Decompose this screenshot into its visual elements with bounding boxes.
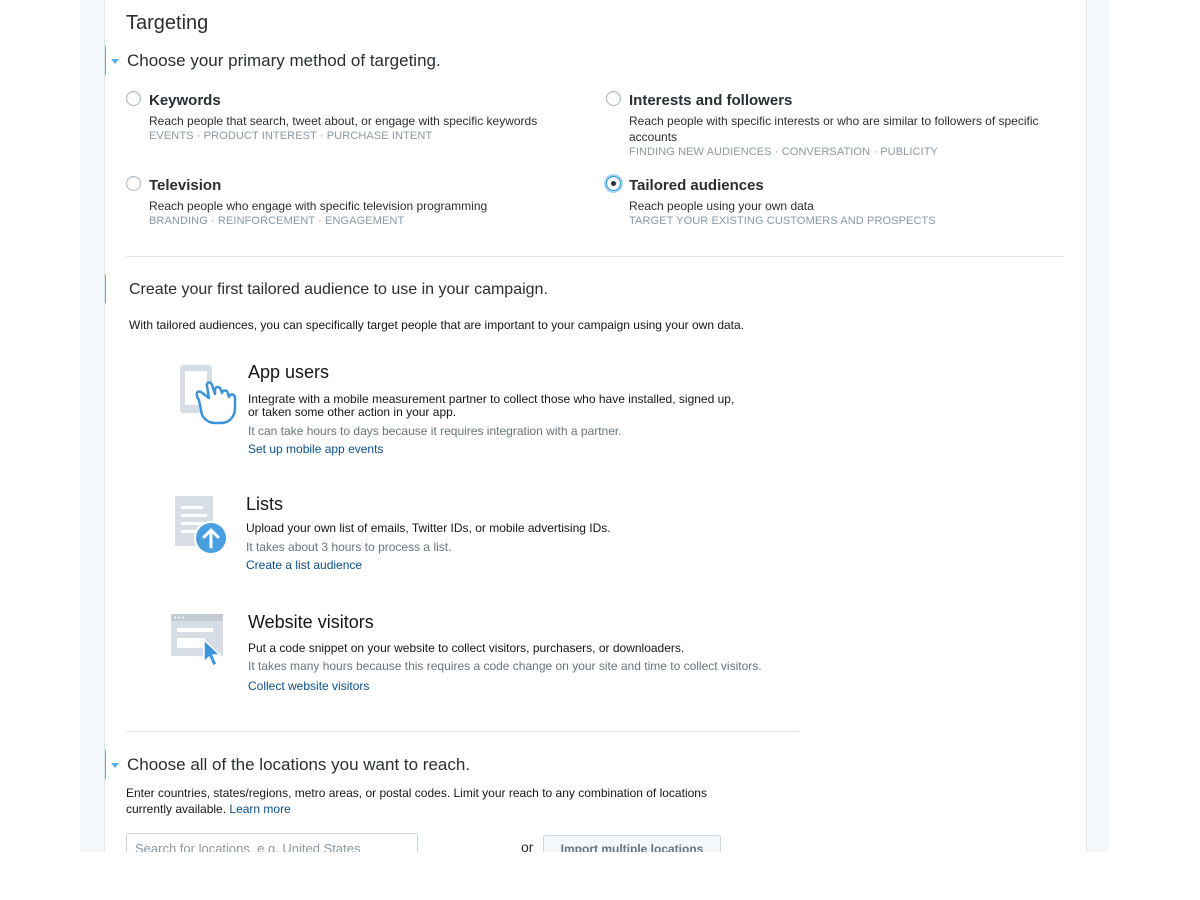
tailored-audiences-radio[interactable] [606,176,621,191]
location-search-input[interactable] [126,833,418,852]
keywords-radio[interactable] [126,91,141,106]
tailored-audiences-option-description: Reach people using your own data [629,199,814,213]
app-users-note: It can take hours to days because it req… [248,424,622,438]
tailored-accent-bar [105,274,106,304]
television-option-description: Reach people who engage with specific te… [149,199,488,213]
locations-description-text: currently available. [126,802,227,816]
collapse-caret-icon[interactable] [111,59,119,64]
website-visitors-note: It takes many hours because this require… [248,659,762,673]
section-divider [126,256,1064,257]
tailored-heading: Create your first tailored audience to u… [129,281,548,298]
primary-method-heading: Choose your primary method of targeting. [127,51,441,70]
lists-title: Lists [246,494,284,514]
section-accent-bar [105,45,106,76]
list-upload-icon [173,494,231,556]
locations-description-line1: Enter countries, states/regions, metro a… [126,786,707,800]
section-title: Targeting [126,12,209,34]
targeting-panel: Targeting Choose your primary method of … [104,0,1087,852]
interests-radio[interactable] [606,91,621,106]
learn-more-link[interactable]: Learn more [229,802,290,816]
locations-collapse-caret-icon[interactable] [111,763,119,768]
tailored-audiences-option-title[interactable]: Tailored audiences [629,177,764,194]
locations-heading: Choose all of the locations you want to … [127,755,471,774]
or-label: or [521,839,534,852]
collect-website-visitors-link[interactable]: Collect website visitors [248,679,369,693]
television-option-tags: BRANDING · REINFORCEMENT · ENGAGEMENT [149,215,405,227]
interests-option-title[interactable]: Interests and followers [629,92,792,109]
app-users-title: App users [248,362,330,382]
interests-option-description-line1: Reach people with specific interests or … [629,114,1039,128]
import-multiple-locations-button[interactable]: Import multiple locations [543,835,721,852]
website-visitors-description: Put a code snippet on your website to co… [248,641,685,655]
keywords-option-tags: EVENTS · PRODUCT INTEREST · PURCHASE INT… [149,130,433,142]
lists-description: Upload your own list of emails, Twitter … [246,521,611,535]
app-users-description-line2: or taken some other action in your app. [248,405,457,419]
keywords-option-description: Reach people that search, tweet about, o… [149,114,538,128]
interests-option-tags: FINDING NEW AUDIENCES · CONVERSATION · P… [629,146,938,158]
hand-tapping-phone-icon [175,362,243,428]
television-option-title[interactable]: Television [149,177,221,194]
locations-accent-bar [105,749,106,780]
website-visitors-title: Website visitors [248,612,374,632]
browser-cursor-icon [169,612,229,668]
create-list-audience-link[interactable]: Create a list audience [246,558,362,572]
locations-description-line2: currently available. Learn more [126,803,291,816]
interests-option-description-line2: accounts [629,130,678,144]
setup-mobile-app-events-link[interactable]: Set up mobile app events [248,442,383,456]
keywords-option-title[interactable]: Keywords [149,92,221,109]
tailored-audiences-option-tags: TARGET YOUR EXISTING CUSTOMERS AND PROSP… [629,215,936,227]
television-radio[interactable] [126,176,141,191]
section-divider-2 [126,731,799,732]
tailored-intro: With tailored audiences, you can specifi… [129,318,745,332]
lists-note: It takes about 3 hours to process a list… [246,540,452,554]
